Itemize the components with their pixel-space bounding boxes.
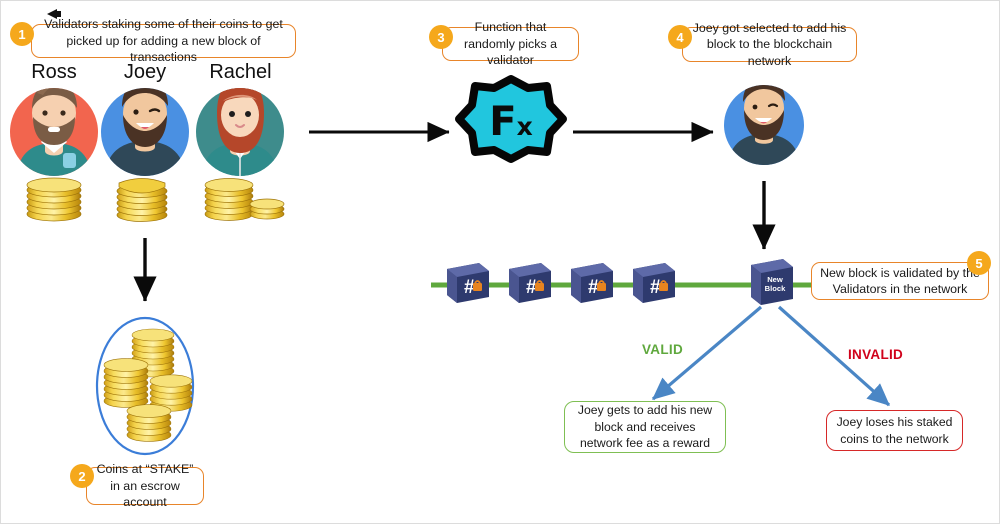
outcome-box-valid: Joey gets to add his new block and recei… [564,401,726,453]
callout-5-text: New block is validated by the Validators… [811,262,989,300]
avatar-rachel [196,88,284,176]
fx-logo-label: Fx [489,99,533,145]
callout-1-text: Validators staking some of their coins t… [31,17,296,64]
chain-block: # [633,263,675,303]
chain-new-block [751,259,793,305]
coin-stack-joey [116,178,168,222]
callout-5-badge: 5 [967,251,991,275]
coin-stack-rachel [204,178,285,221]
callout-1-badge: 1 [10,22,34,46]
diagram-canvas: # # # # New Block Fx Ross Joey Rachel Va… [0,0,1000,524]
branch-label-invalid: INVALID [848,347,904,362]
callout-4-text: Joey got selected to add his block to th… [682,21,857,68]
callout-4-badge: 4 [668,25,692,49]
avatar-ross [10,88,98,176]
avatar-joey [101,88,189,176]
coin-stack-ross [26,177,82,222]
callout-2-text: Coins at “STAKE” in an escrow account [86,462,204,509]
avatar-joey-selected [724,85,804,165]
callout-2-badge: 2 [70,464,94,488]
callout-3-badge: 3 [429,25,453,49]
outcome-box-invalid: Joey loses his staked coins to the netwo… [826,410,963,451]
branch-label-valid: VALID [642,342,683,357]
callout-3-text: Function that randomly picks a validator [442,20,579,67]
chain-block: # [509,263,551,303]
chain-block: # [447,263,489,303]
chain-block: # [571,263,613,303]
escrow-coin-pile [103,328,193,442]
escrow-account-group [95,316,195,456]
